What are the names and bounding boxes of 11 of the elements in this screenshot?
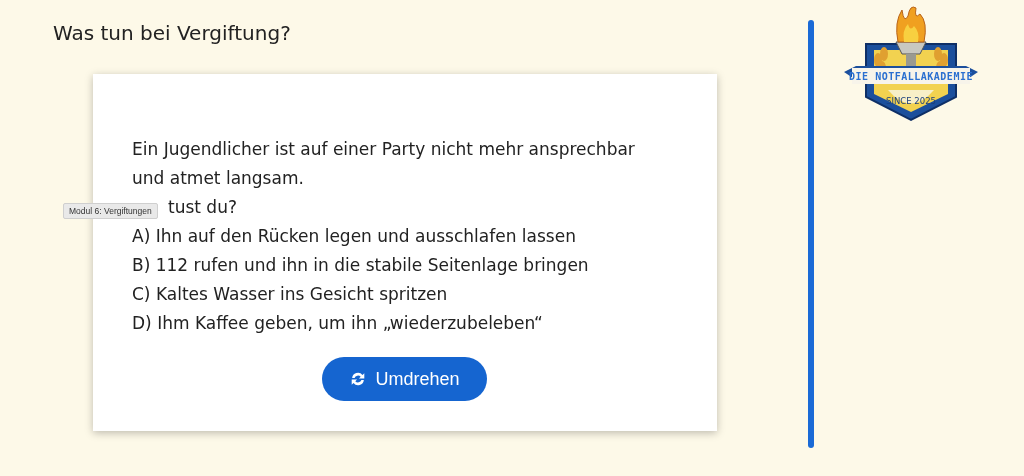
question-text: Ein Jugendlicher ist auf einer Party nicht mehr ansprechbar (132, 139, 635, 159)
page-title: Was tun bei Vergiftung? (53, 20, 292, 46)
tooltip: Modul 6: Vergiftungen (63, 203, 158, 219)
question-text: und atmet langsam. (132, 168, 304, 188)
question-text: C) Kaltes Wasser ins Gesicht spritzen (132, 284, 448, 304)
logo-name: DIE NOTFALLAKADEMIE (849, 71, 973, 82)
question-text: D) Ihm Kaffee geben, um ihn „wiederzubeleben“ (132, 313, 543, 333)
question-text: A) Ihn auf den Rücken legen und ausschlafen lassen (132, 226, 576, 246)
flip-button[interactable]: Umdrehen (322, 357, 487, 401)
question-text: B) 112 rufen und ihn in die stabile Seitenlage bringen (132, 255, 589, 275)
question-text: tust du? (168, 196, 237, 219)
